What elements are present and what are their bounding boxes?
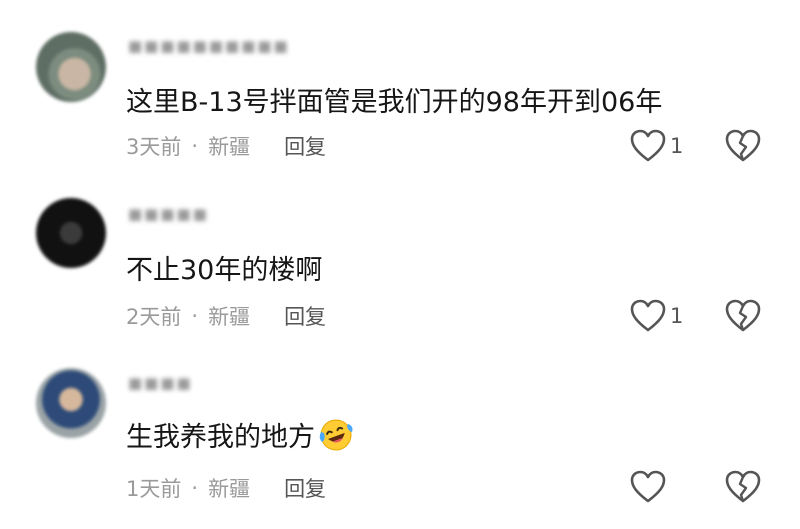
comment-text: 不止30年的楼啊 (126, 248, 322, 287)
like-button[interactable]: 1 (630, 299, 683, 333)
comment-meta: 3天前 · 新疆 回复 (126, 131, 326, 161)
like-count: 1 (670, 134, 684, 158)
meta-separator: · (191, 134, 199, 158)
broken-heart-icon (725, 129, 761, 162)
comment-time: 1天前 (126, 477, 182, 501)
username-blurred[interactable]: ■■■■ (128, 374, 193, 392)
avatar[interactable] (36, 32, 106, 102)
laughing-crying-emoji (319, 419, 353, 450)
username-blurred[interactable]: ■■■■■■■■■■ (128, 37, 290, 55)
comment-location: 新疆 (208, 135, 251, 159)
broken-heart-icon (725, 299, 761, 332)
like-button[interactable] (630, 470, 670, 504)
like-button[interactable]: 1 (630, 129, 683, 163)
comment-meta: 1天前 · 新疆 回复 (126, 473, 326, 503)
avatar[interactable] (36, 368, 106, 438)
comment-text-content: 生我养我的地方 (126, 422, 315, 453)
reply-button[interactable]: 回复 (284, 301, 326, 331)
comment-time: 3天前 (126, 135, 182, 159)
comment-text-content: 不止30年的楼啊 (126, 255, 323, 286)
comment-meta: 2天前 · 新疆 回复 (126, 301, 326, 331)
comment-location: 新疆 (208, 477, 251, 501)
heart-icon (630, 129, 666, 162)
comment-text: 生我养我的地方 (126, 415, 353, 454)
comment-time: 2天前 (126, 305, 182, 329)
heart-icon (630, 299, 666, 332)
like-count: 1 (670, 304, 684, 328)
broken-heart-icon (725, 470, 761, 503)
dislike-button[interactable] (725, 129, 761, 167)
avatar[interactable] (36, 198, 106, 268)
meta-separator: · (191, 304, 199, 328)
heart-icon (630, 470, 666, 503)
dislike-button[interactable] (725, 299, 761, 337)
meta-separator: · (191, 476, 199, 500)
comment-location: 新疆 (208, 305, 251, 329)
username-blurred[interactable]: ■■■■■ (128, 205, 209, 223)
dislike-button[interactable] (725, 470, 761, 508)
comment-text-content: 这里B-13号拌面管是我们开的98年开到06年 (126, 87, 663, 118)
reply-button[interactable]: 回复 (284, 131, 326, 161)
comment-text: 这里B-13号拌面管是我们开的98年开到06年 (126, 80, 662, 119)
reply-button[interactable]: 回复 (284, 473, 326, 503)
